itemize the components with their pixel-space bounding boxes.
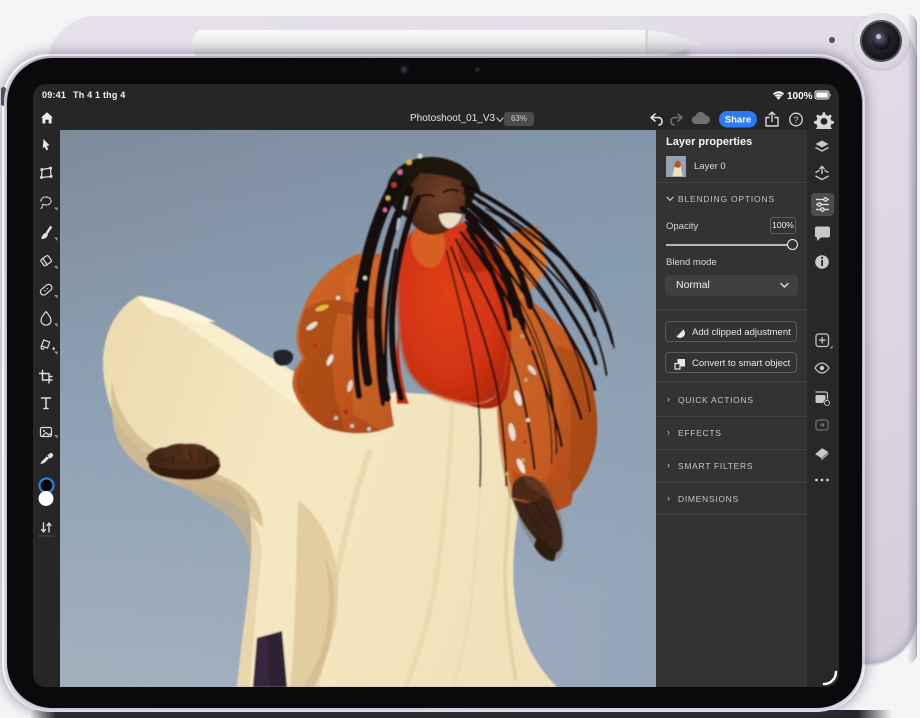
svg-text:100%: 100%: [787, 91, 813, 101]
svg-text:Share: Share: [725, 115, 751, 126]
svg-text:?: ?: [793, 115, 798, 125]
